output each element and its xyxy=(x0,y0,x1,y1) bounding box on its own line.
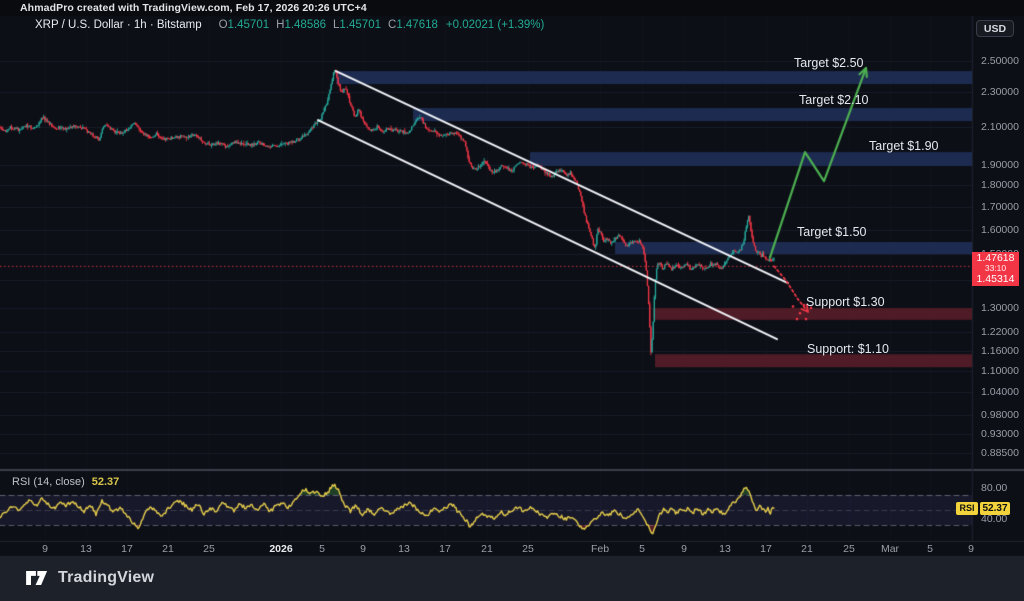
label-target-2.50[interactable]: Target $2.50 xyxy=(794,56,864,70)
price-tick: 1.10000 xyxy=(981,365,1023,377)
price-tick: 1.60000 xyxy=(981,224,1023,236)
rsi-axis-hi: 80.00 xyxy=(981,482,1007,494)
rsi-value: 52.37 xyxy=(92,476,120,488)
price-tick: 1.70000 xyxy=(981,201,1023,213)
price-tick: 0.98000 xyxy=(981,409,1023,421)
tradingview-logo-icon xyxy=(26,571,50,585)
time-tick: 25 xyxy=(829,543,869,555)
last-price-badge: 1.47618 33:10 xyxy=(972,252,1019,272)
currency-button[interactable]: USD xyxy=(976,20,1014,37)
attribution-bar: AhmadPro created with TradingView.com, F… xyxy=(0,0,1024,16)
time-tick: 5 xyxy=(302,543,342,555)
time-tick: 2026 xyxy=(261,543,301,555)
time-tick: 17 xyxy=(425,543,465,555)
rsi-axis-value-badge: 52.37 xyxy=(980,502,1010,515)
time-tick: 9 xyxy=(25,543,65,555)
symbol-title[interactable]: XRP / U.S. Dollar · 1h · Bitstamp xyxy=(35,19,202,31)
label-target-1.50[interactable]: Target $1.50 xyxy=(797,225,867,239)
time-tick: 17 xyxy=(746,543,786,555)
time-tick: 9 xyxy=(664,543,704,555)
label-target-1.90[interactable]: Target $1.90 xyxy=(869,139,939,153)
price-tick: 2.30000 xyxy=(981,86,1023,98)
price-tick: 1.16000 xyxy=(981,345,1023,357)
ohlc-high-value: 1.48586 xyxy=(284,19,326,31)
price-tick: 0.93000 xyxy=(981,428,1023,440)
price-tick: 2.10000 xyxy=(981,121,1023,133)
secondary-price-badge: 1.45314 xyxy=(972,272,1019,286)
symbol-legend: XRP / U.S. Dollar · 1h · BitstampO1.4570… xyxy=(35,19,544,33)
price-tick: 1.30000 xyxy=(981,302,1023,314)
time-tick: 5 xyxy=(910,543,950,555)
ohlc-low-value: 1.45701 xyxy=(339,19,381,31)
price-tick: 1.04000 xyxy=(981,386,1023,398)
change-value: +0.02021 (+1.39%) xyxy=(446,19,544,31)
time-tick: 13 xyxy=(66,543,106,555)
price-tick: 1.22000 xyxy=(981,326,1023,338)
ohlc-close-value: 1.47618 xyxy=(396,19,438,31)
attribution-text: AhmadPro created with TradingView.com, F… xyxy=(20,2,367,14)
time-tick: 5 xyxy=(622,543,662,555)
time-tick: 9 xyxy=(951,543,991,555)
price-tick: 2.50000 xyxy=(981,55,1023,67)
label-support-1.10[interactable]: Support: $1.10 xyxy=(807,342,889,356)
price-tick: 1.80000 xyxy=(981,179,1023,191)
time-tick: 21 xyxy=(148,543,188,555)
time-tick: 21 xyxy=(467,543,507,555)
time-tick: Mar xyxy=(870,543,910,555)
time-tick: 21 xyxy=(787,543,827,555)
footer-bar: TradingView xyxy=(0,556,1024,601)
price-tick: 0.88500 xyxy=(981,447,1023,459)
rsi-axis-badge: RSI xyxy=(956,502,978,515)
time-tick: 25 xyxy=(189,543,229,555)
price-tick: 1.90000 xyxy=(981,159,1023,171)
tradingview-logo-text: TradingView xyxy=(58,569,154,587)
time-tick: 25 xyxy=(508,543,548,555)
rsi-legend: RSI (14, close) 52.37 xyxy=(12,476,119,488)
time-tick: 13 xyxy=(384,543,424,555)
time-tick: 17 xyxy=(107,543,147,555)
bar-countdown: 33:10 xyxy=(972,264,1019,272)
label-support-1.30[interactable]: Support $1.30 xyxy=(806,295,885,309)
ohlc-open-label: O xyxy=(219,19,228,31)
time-tick: Feb xyxy=(580,543,620,555)
tradingview-logo[interactable]: TradingView xyxy=(26,569,154,587)
rsi-label: RSI (14, close) xyxy=(12,476,85,488)
ohlc-open-value: 1.45701 xyxy=(228,19,270,31)
time-tick: 13 xyxy=(705,543,745,555)
time-tick: 9 xyxy=(343,543,383,555)
label-target-2.10[interactable]: Target $2.10 xyxy=(799,93,869,107)
